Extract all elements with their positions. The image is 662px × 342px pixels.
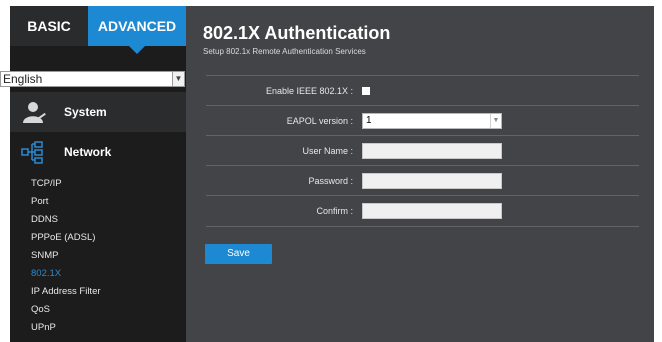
confirm-label: Confirm : xyxy=(316,206,353,216)
row-eapol: EAPOL version : 1 ▼ xyxy=(206,105,639,136)
row-confirm: Confirm : xyxy=(206,195,639,227)
row-password: Password : xyxy=(206,165,639,196)
submenu-pppoe[interactable]: PPPoE (ADSL) xyxy=(31,231,95,245)
password-label: Password : xyxy=(308,176,353,186)
eapol-version-select[interactable]: 1 ▼ xyxy=(362,113,502,129)
menu-network[interactable]: Network xyxy=(10,132,186,172)
submenu-qos[interactable]: QoS xyxy=(31,303,50,317)
submenu-8021x[interactable]: 802.1X xyxy=(31,267,61,281)
submenu-ip-address-filter[interactable]: IP Address Filter xyxy=(31,285,101,299)
chevron-down-icon[interactable]: ▼ xyxy=(490,114,501,128)
language-selected-value: English xyxy=(3,72,43,86)
username-input[interactable] xyxy=(362,143,502,159)
menu-system[interactable]: System xyxy=(10,92,186,132)
tab-bar: BASIC ADVANCED xyxy=(10,6,186,54)
enable-label: Enable IEEE 802.1X : xyxy=(265,86,353,96)
submenu-ddns[interactable]: DDNS xyxy=(31,213,58,227)
language-select[interactable]: English ▼ xyxy=(0,71,185,87)
username-label: User Name : xyxy=(302,146,353,156)
system-user-icon xyxy=(23,102,46,123)
submenu-port[interactable]: Port xyxy=(31,195,48,209)
confirm-input[interactable] xyxy=(362,203,502,219)
row-username: User Name : xyxy=(206,135,639,166)
content-panel: 802.1X Authentication Setup 802.1x Remot… xyxy=(186,6,654,342)
tab-basic[interactable]: BASIC xyxy=(10,6,88,46)
enable-8021x-checkbox[interactable] xyxy=(362,87,370,95)
submenu-tcpip[interactable]: TCP/IP xyxy=(31,177,62,191)
password-input[interactable] xyxy=(362,173,502,189)
sidebar: BASIC ADVANCED English ▼ System Network … xyxy=(0,6,186,342)
eapol-label: EAPOL version : xyxy=(286,116,353,126)
submenu-snmp[interactable]: SNMP xyxy=(31,249,58,263)
page-title: 802.1X Authentication xyxy=(203,23,391,43)
page-subtitle: Setup 802.1x Remote Authentication Servi… xyxy=(203,47,366,56)
eapol-version-value: 1 xyxy=(366,115,372,126)
chevron-down-icon[interactable]: ▼ xyxy=(172,72,184,86)
menu-system-label: System xyxy=(64,105,107,119)
submenu-upnp[interactable]: UPnP xyxy=(31,321,56,335)
tab-advanced[interactable]: ADVANCED xyxy=(88,6,186,54)
save-button[interactable]: Save xyxy=(205,244,272,264)
menu-network-label: Network xyxy=(64,145,112,159)
row-enable: Enable IEEE 802.1X : xyxy=(206,75,639,106)
network-tree-icon xyxy=(21,141,43,164)
